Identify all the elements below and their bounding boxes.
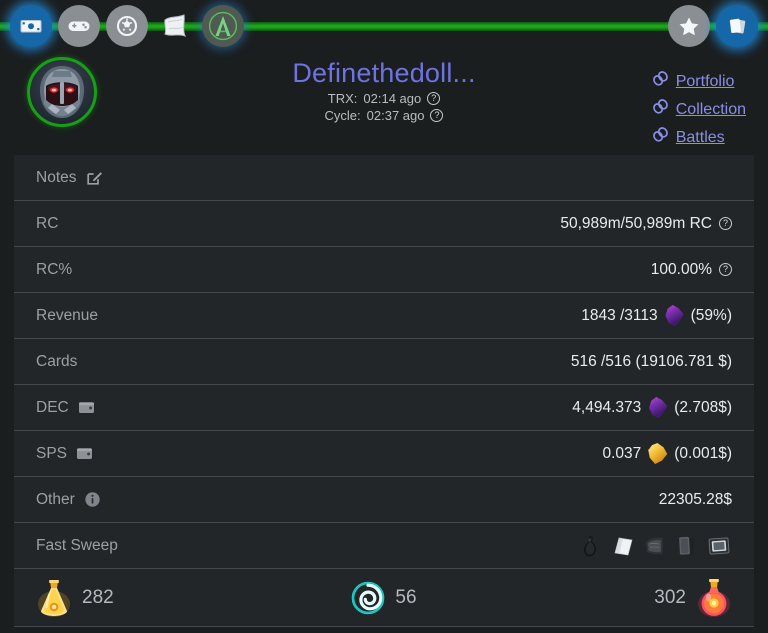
chain-link-icon [652,126,669,150]
red-potion-icon [696,578,732,618]
row-dec-usd: (2.708$) [674,398,732,416]
cycle-question-mark-icon[interactable]: ? [430,109,444,122]
chain-link-icon [652,70,669,94]
row-other-label: Other [36,490,75,508]
row-cards: Cards 516 /516 (19106.781 $) [14,339,754,385]
row-revenue-label: Revenue [36,306,99,324]
link-collection[interactable]: Collection [652,98,746,122]
row-notes-label: Notes [36,168,77,186]
row-sps-label: SPS [36,444,68,462]
nav-right-group [668,0,758,52]
chain-link-icon [652,98,669,122]
potion-counter-spiral[interactable]: 56 [266,581,503,615]
potion-counter-gold-value: 282 [82,586,114,608]
fast-sweep-items [578,533,732,559]
row-fast-sweep-label: Fast Sweep [36,536,118,554]
edit-pencil-icon[interactable] [86,169,103,186]
row-revenue-value-group: 1843 /3113 (59%) [581,305,732,326]
row-other: Other 22305.28$ [14,477,754,523]
sweep-item-crumpled-scroll-icon[interactable] [642,533,668,559]
shield-icon[interactable] [106,5,148,47]
row-sps-value-group: 0.037 (0.001$) [602,443,732,464]
row-dec-value-group: 4,494.373 (2.708$) [572,397,732,418]
row-sps-value: 0.037 [602,444,642,462]
link-collection-label: Collection [675,101,746,118]
sweep-item-card-pack-icon[interactable] [674,533,700,559]
link-battles-label: Battles [675,129,725,146]
row-cards-label: Cards [36,352,78,370]
potion-counter-red[interactable]: 302 [502,578,732,618]
wallet-icon[interactable] [76,446,93,461]
row-dec-label: DEC [36,398,69,416]
cycle-label: Cycle: [324,108,361,123]
row-rc-value-group: 50,989m/50,989m RC ? [560,215,732,233]
teal-spiral-icon [351,581,385,615]
row-revenue-value: 1843 /3113 [581,306,658,324]
row-fast-sweep: Fast Sweep [14,523,754,569]
row-sps-usd: (0.001$) [674,444,732,462]
sweep-item-white-flag-icon[interactable] [610,533,636,559]
top-navigation-bar [0,0,768,52]
row-sps-label-group: SPS [36,445,93,463]
cards-icon[interactable] [716,5,758,47]
info-icon[interactable] [84,491,101,508]
nav-left-group [10,0,244,52]
arcane-a-logo-icon[interactable] [202,5,244,47]
rc-question-mark-icon[interactable]: ? [719,217,732,230]
trx-label: TRX: [327,91,358,106]
dec-token-icon [665,305,684,326]
row-other-label-group: Other [36,491,101,509]
rc-percent-question-mark-icon[interactable]: ? [719,263,732,276]
row-potion-counters: 282 56 302 [14,569,754,627]
trx-value: 02:14 ago [363,91,422,106]
potion-counter-spiral-value: 56 [395,586,417,608]
row-notes-label-group: Notes [36,169,103,187]
row-dec-value: 4,494.373 [572,398,642,416]
row-rc-value: 50,989m/50,989m RC [560,214,712,232]
star-icon[interactable] [668,5,710,47]
row-sps: SPS 0.037 (0.001$) [14,431,754,477]
potion-counter-red-value: 302 [654,586,686,608]
row-cards-value: 516 /516 (19106.781 $) [570,352,732,370]
gold-potion-icon [36,578,72,618]
row-rc-percent-label: RC% [36,260,73,278]
external-links-group: Portfolio Collection Battles [652,70,746,150]
row-notes[interactable]: Notes [14,155,754,201]
row-dec-label-group: DEC [36,399,95,417]
link-portfolio[interactable]: Portfolio [652,70,746,94]
sweep-item-dark-potion-icon[interactable] [578,533,604,559]
row-rc-percent: RC% 100.00% ? [14,247,754,293]
stats-panel: Notes RC 50,989m/50,989m RC ? RC% 100.00… [14,155,754,627]
row-revenue-percent: (59%) [690,306,732,324]
row-rc-percent-value-group: 100.00% ? [651,261,732,279]
potion-counter-gold[interactable]: 282 [36,578,266,618]
link-portfolio-label: Portfolio [675,73,735,90]
row-other-value: 22305.28$ [658,490,732,508]
scroll-icon[interactable] [154,5,196,47]
row-rc-label: RC [36,214,59,232]
sweep-item-framed-card-icon[interactable] [706,533,732,559]
sps-token-icon [648,443,668,464]
gamepad-icon[interactable] [58,5,100,47]
row-revenue: Revenue 1843 /3113 (59%) [14,293,754,339]
row-dec: DEC 4,494.373 (2.708$) [14,385,754,431]
link-battles[interactable]: Battles [652,126,746,150]
account-header: Definethedoll... TRX: 02:14 ago ? Cycle:… [0,52,768,160]
dec-token-icon [649,397,668,418]
cycle-value: 02:37 ago [366,108,425,123]
trx-question-mark-icon[interactable]: ? [427,92,441,105]
row-rc-percent-value: 100.00% [650,260,712,278]
wallet-icon[interactable] [78,400,95,415]
row-rc: RC 50,989m/50,989m RC ? [14,201,754,247]
banknote-icon[interactable] [10,5,52,47]
